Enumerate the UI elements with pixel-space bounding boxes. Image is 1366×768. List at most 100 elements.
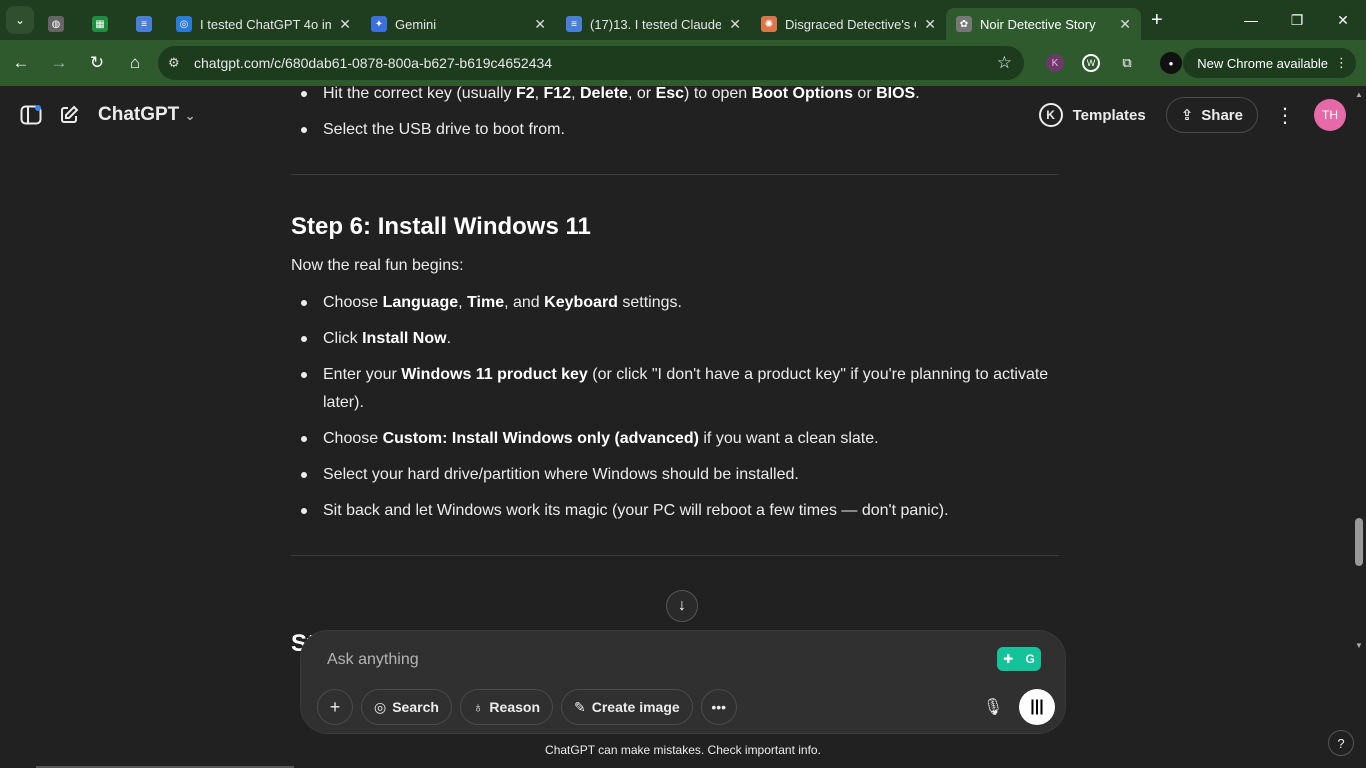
text: Select your hard drive/partition where W…: [323, 466, 799, 483]
w-extension-icon[interactable]: W: [1076, 48, 1106, 78]
share-icon: ⇪: [1180, 107, 1194, 124]
step-bullet-list: Choose Language, Time, and Keyboard sett…: [291, 289, 1059, 525]
close-tab-icon[interactable]: ✕: [924, 16, 936, 33]
list-item: Choose Language, Time, and Keyboard sett…: [291, 289, 1059, 317]
scroll-up-arrow-icon[interactable]: ▲: [1355, 90, 1363, 99]
minimize-button[interactable]: —: [1228, 0, 1274, 40]
close-tab-icon[interactable]: ✕: [339, 16, 351, 33]
text: Enter your: [323, 366, 402, 383]
reload-button[interactable]: ↻: [80, 46, 114, 80]
tab-title: (17)13. I tested Claude: [590, 16, 722, 32]
chatgpt-icon: ✿: [956, 16, 972, 32]
new-chrome-available-button[interactable]: New Chrome available ⋮: [1183, 48, 1356, 78]
bold-text: Windows 11 product key: [401, 366, 588, 383]
top-bullet-list: Hit the correct key (usually F2, F12, De…: [291, 80, 1059, 144]
reason-button[interactable]: ♁ Reason: [459, 689, 553, 725]
text: ,: [571, 85, 580, 102]
text: Choose: [323, 294, 383, 311]
tab-search-button[interactable]: ⌄: [6, 6, 34, 34]
tab-active[interactable]: ✿ Noir Detective Story ✕: [946, 8, 1141, 40]
k-extension-icon[interactable]: K: [1040, 48, 1070, 78]
text: , or: [628, 85, 656, 102]
bold-text: F12: [543, 85, 572, 102]
browser-tab[interactable]: ≡: [122, 8, 166, 40]
ellipsis-icon: •••: [711, 699, 727, 715]
microphone-icon[interactable]: 🎙: [977, 691, 1009, 723]
list-item: Choose Custom: Install Windows only (adv…: [291, 425, 1059, 453]
forward-button[interactable]: →: [42, 46, 76, 80]
bold-text: F2: [515, 85, 535, 102]
profile-icon[interactable]: ●: [1156, 48, 1186, 78]
site-info-icon[interactable]: ⚙: [168, 55, 188, 71]
browser-tab[interactable]: ≡ (17)13. I tested Claude ✕: [556, 8, 751, 40]
voice-mode-button[interactable]: |||: [1019, 689, 1055, 725]
back-button[interactable]: ←: [4, 46, 38, 80]
more-options-icon[interactable]: ⋮: [1270, 103, 1300, 128]
text: Select the USB drive to boot from.: [323, 121, 565, 138]
divider: [291, 555, 1059, 556]
create-image-button[interactable]: ✎ Create image: [561, 689, 693, 725]
model-selector[interactable]: ChatGPT ⌄: [98, 104, 195, 126]
list-item: Enter your Windows 11 product key (or cl…: [291, 361, 1059, 417]
list-item: Select your hard drive/partition where W…: [291, 461, 1059, 489]
sidebar-icon: [20, 105, 42, 125]
tab-strip: ◍ ▦ ≡ ◎ I tested ChatGPT 4o im ✕ ✦ Gemini ✕ ≡ (17)…: [34, 0, 1141, 40]
tab-title: Gemini: [395, 16, 437, 32]
more-tools-button[interactable]: •••: [700, 689, 737, 725]
browser-tab[interactable]: ▦: [78, 8, 122, 40]
browser-tab[interactable]: ✺ Disgraced Detective's C ✕: [751, 8, 946, 40]
avatar[interactable]: TH: [1314, 99, 1346, 131]
plus-icon: +: [329, 696, 341, 717]
grammarly-icon[interactable]: ✚ G: [997, 647, 1041, 671]
home-button[interactable]: ⌂: [118, 46, 152, 80]
search-button[interactable]: ◎ Search: [361, 689, 452, 725]
browser-tab[interactable]: ◍: [34, 8, 78, 40]
share-label: Share: [1201, 106, 1243, 124]
close-tab-icon[interactable]: ✕: [1119, 16, 1131, 33]
reason-label: Reason: [489, 699, 540, 715]
address-bar[interactable]: ⚙ chatgpt.com/c/680dab61-0878-800a-b627-…: [158, 46, 1024, 80]
text: .: [446, 330, 452, 347]
browser-tab[interactable]: ◎ I tested ChatGPT 4o im ✕: [166, 8, 361, 40]
docs-icon: ≡: [566, 16, 582, 32]
add-attachment-button[interactable]: +: [317, 689, 353, 725]
text: if you want a clean slate.: [698, 430, 879, 447]
bold-text: BIOS: [876, 85, 916, 102]
restore-button[interactable]: ❐: [1274, 0, 1320, 40]
help-button[interactable]: ?: [1328, 730, 1354, 756]
scrollbar[interactable]: ▲ ▼: [1352, 86, 1366, 654]
templates-button[interactable]: Templates: [1073, 107, 1146, 124]
chrome-menu-icon[interactable]: ⋮: [1335, 55, 1348, 71]
text: ,: [534, 85, 544, 102]
tab-title: Disgraced Detective's C: [785, 16, 917, 32]
close-window-button[interactable]: ✕: [1320, 0, 1366, 40]
bookmark-star-icon[interactable]: ☆: [997, 53, 1012, 73]
bold-text: Install Now: [362, 330, 447, 347]
step-heading: Step 6: Install Windows 11: [291, 213, 1059, 241]
new-chat-icon[interactable]: [52, 98, 86, 132]
share-button[interactable]: ⇪ Share: [1165, 97, 1258, 133]
text: ) to open: [684, 85, 752, 102]
sidebar-toggle-icon[interactable]: [14, 98, 48, 132]
model-name: ChatGPT: [98, 104, 180, 125]
scroll-down-arrow-icon[interactable]: ▼: [1355, 641, 1363, 650]
close-tab-icon[interactable]: ✕: [534, 16, 546, 33]
step-intro: Now the real fun begins:: [291, 257, 464, 274]
text: Hit the correct key (usually: [323, 85, 516, 102]
scrollbar-thumb[interactable]: [1355, 518, 1363, 566]
browser-tab[interactable]: ✦ Gemini ✕: [361, 8, 556, 40]
url-text: chatgpt.com/c/680dab61-0878-800a-b627-b6…: [194, 55, 553, 71]
lightbulb-icon: ♁: [472, 699, 484, 715]
composer: Ask anything ✚ G + ◎ Search ♁ Reason ✎ Creat…: [300, 630, 1066, 734]
scroll-down-button[interactable]: ↓: [666, 590, 698, 622]
new-tab-button[interactable]: +: [1151, 9, 1163, 32]
prompt-input[interactable]: Ask anything: [327, 651, 419, 669]
docs-icon: ≡: [136, 16, 152, 32]
puzzle-extensions-icon[interactable]: ⧉: [1112, 48, 1142, 78]
window-controls: — ❐ ✕: [1228, 0, 1366, 40]
list-item: Sit back and let Windows work its magic …: [291, 497, 1059, 525]
list-item: Select the USB drive to boot from.: [291, 116, 1059, 144]
extensions-area: K W ⧉ ●: [1034, 48, 1186, 78]
create-image-label: Create image: [591, 699, 680, 715]
close-tab-icon[interactable]: ✕: [729, 16, 741, 33]
